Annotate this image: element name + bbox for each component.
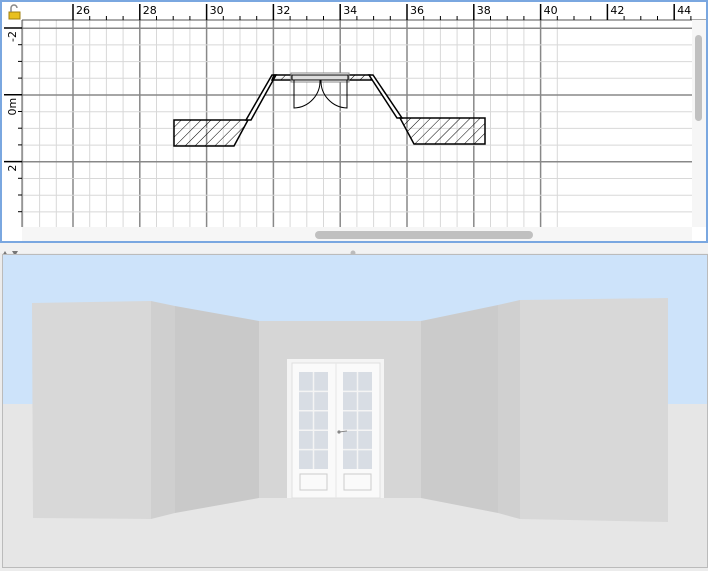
door-3d [287, 359, 384, 499]
vertical-scrollbar-thumb[interactable] [695, 35, 702, 121]
plan-view[interactable]: 26 28 30 32 34 36 38 40 42 44 -2 0m 2 [0, 0, 708, 243]
horizontal-scrollbar-thumb[interactable] [315, 231, 533, 239]
y-ruler-label: 2 [6, 165, 19, 172]
wall-3d-left-front [32, 301, 151, 519]
x-ruler-label: 38 [477, 4, 491, 17]
wall-3d-right-angled [421, 305, 498, 513]
wall-3d-right-side [498, 300, 520, 519]
wall-3d-left-side [151, 301, 175, 519]
split-pane-divider[interactable] [0, 243, 708, 256]
x-ruler-label: 36 [410, 4, 424, 17]
x-ruler-label: 40 [544, 4, 558, 17]
y-ruler-label: -2 [6, 31, 19, 42]
wall-left[interactable] [173, 119, 250, 147]
wall-left-diagonal[interactable] [244, 74, 278, 121]
x-ruler-label: 28 [143, 4, 157, 17]
wall-3d-right-front [520, 298, 668, 522]
grid [22, 20, 692, 227]
3d-view[interactable] [2, 254, 708, 569]
x-ruler-label: 30 [210, 4, 224, 17]
x-ruler-label: 26 [76, 4, 90, 17]
x-ruler-label: 32 [276, 4, 290, 17]
y-ruler-label: 0m [6, 98, 19, 116]
x-ruler-label: 34 [343, 4, 357, 17]
x-ruler-label: 42 [610, 4, 624, 17]
x-ruler-label: 44 [677, 4, 691, 17]
walls[interactable] [173, 74, 486, 147]
wall-right[interactable] [398, 117, 486, 145]
wall-3d-left-angled [175, 306, 259, 513]
plan-canvas[interactable]: 26 28 30 32 34 36 38 40 42 44 -2 0m 2 [2, 2, 706, 241]
